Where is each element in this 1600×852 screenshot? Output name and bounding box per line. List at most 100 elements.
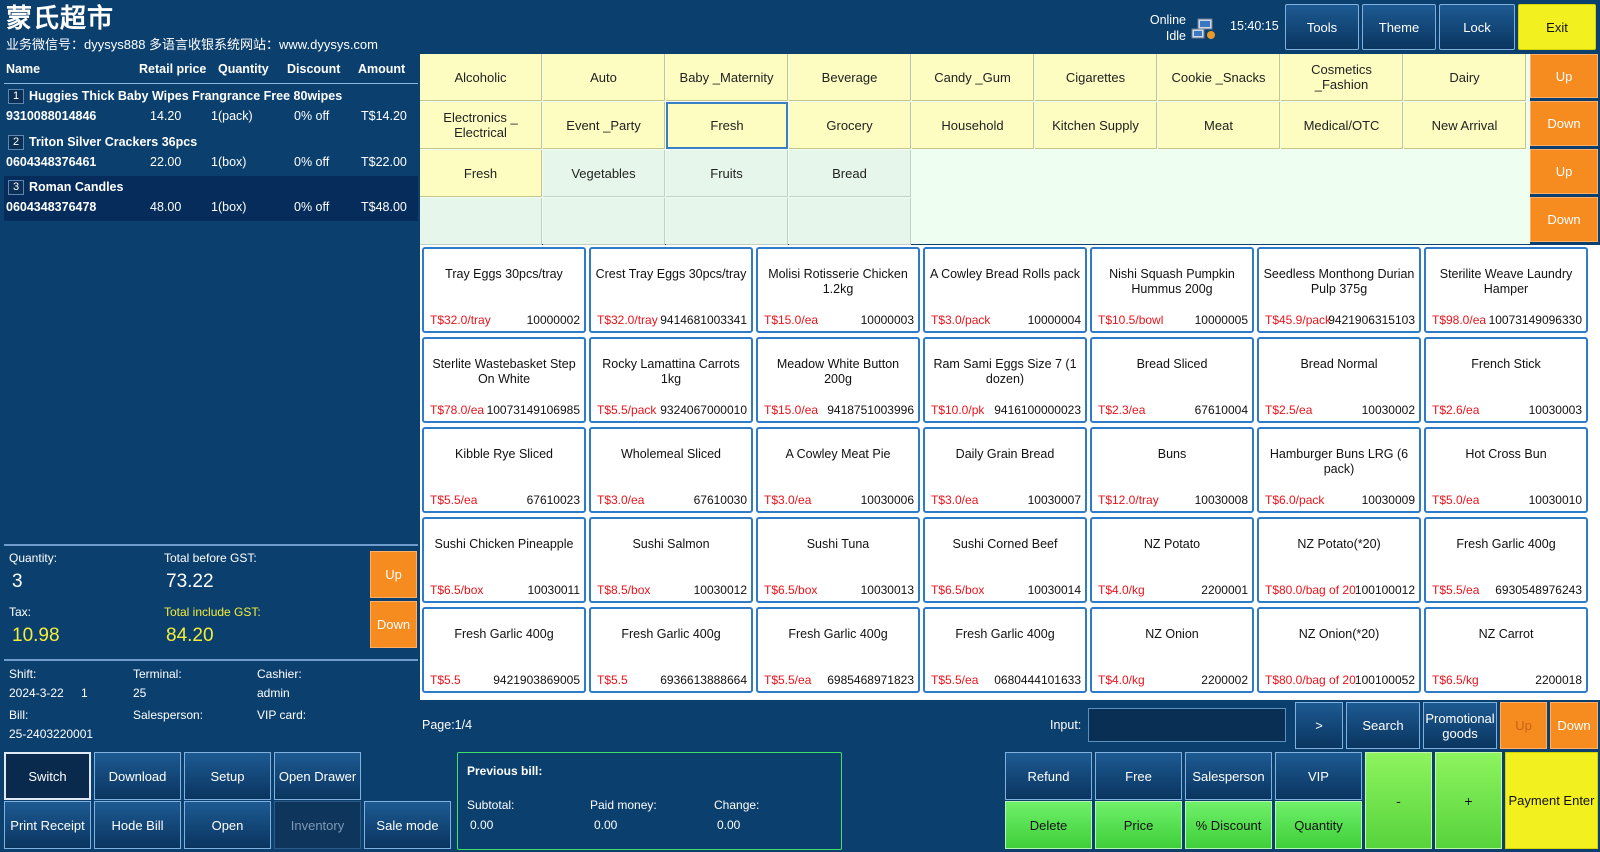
refund-button[interactable]: Refund bbox=[1005, 752, 1092, 800]
free-button[interactable]: Free bbox=[1095, 752, 1182, 800]
category-grocery[interactable]: Grocery bbox=[789, 102, 911, 149]
tax-value: 10.98 bbox=[12, 625, 60, 646]
product-tile[interactable]: A Cowley Meat Pie T$3.0/ea 10030006 bbox=[756, 427, 920, 513]
delete-button[interactable]: Delete bbox=[1005, 801, 1092, 849]
category-down-button[interactable]: Down bbox=[1530, 101, 1598, 146]
product-tile[interactable]: Sterlite Wastebasket Step On White T$78.0… bbox=[422, 337, 586, 423]
product-tile[interactable]: Daily Grain Bread T$3.0/ea 10030007 bbox=[923, 427, 1087, 513]
product-tile[interactable]: Seedless Monthong Durian Pulp 375g T$45.9… bbox=[1257, 247, 1421, 333]
product-tile[interactable]: NZ Onion(*20) T$80.0/bag of 20 100100052 bbox=[1257, 607, 1421, 693]
search-button[interactable]: Search bbox=[1346, 702, 1420, 749]
open-drawer-button[interactable]: Open Drawer bbox=[274, 752, 361, 800]
product-tile[interactable]: Bread Normal T$2.5/ea 10030002 bbox=[1257, 337, 1421, 423]
product-tile[interactable]: Nishi Squash Pumpkin Hummus 200g T$10.5/b… bbox=[1090, 247, 1254, 333]
product-tile[interactable]: Fresh Garlic 400g T$5.5 6936613888664 bbox=[589, 607, 753, 693]
product-tile[interactable]: Hot Cross Bun T$5.0/ea 10030010 bbox=[1424, 427, 1588, 513]
product-tile[interactable]: Crest Tray Eggs 30pcs/tray T$32.0/tray 941… bbox=[589, 247, 753, 333]
subcategory-fruits[interactable]: Fruits bbox=[666, 150, 788, 197]
exit-button[interactable]: Exit bbox=[1518, 4, 1596, 50]
category-electronics[interactable]: Electronics _ Electrical bbox=[420, 102, 542, 149]
page-indicator: Page:1/4 bbox=[422, 718, 473, 732]
hold-bill-button[interactable]: Hode Bill bbox=[94, 801, 181, 849]
product-tile[interactable]: Sushi Salmon T$8.5/box 10030012 bbox=[589, 517, 753, 603]
category-cigarettes[interactable]: Cigarettes bbox=[1035, 54, 1157, 101]
category-kitchen-supply[interactable]: Kitchen Supply bbox=[1035, 102, 1157, 149]
product-tile[interactable]: Fresh Garlic 400g T$5.5 9421903869005 bbox=[422, 607, 586, 693]
product-tile[interactable]: French Stick T$2.6/ea 10030003 bbox=[1424, 337, 1588, 423]
product-tile[interactable]: Molisi Rotisserie Chicken 1.2kg T$15.0/ea… bbox=[756, 247, 920, 333]
barcode-input[interactable] bbox=[1088, 708, 1286, 742]
product-tile[interactable]: Ram Sami Eggs Size 7 (1 dozen) T$10.0/pk 9… bbox=[923, 337, 1087, 423]
product-tile[interactable]: Bread Sliced T$2.3/ea 67610004 bbox=[1090, 337, 1254, 423]
cart-row-selected[interactable]: 3 Roman Candles 0604348376478 48.00 1(bo… bbox=[4, 176, 418, 221]
download-button[interactable]: Download bbox=[94, 752, 181, 800]
subcategory-up-button[interactable]: Up bbox=[1530, 149, 1598, 194]
category-cookie-snacks[interactable]: Cookie _Snacks bbox=[1158, 54, 1280, 101]
category-auto[interactable]: Auto bbox=[543, 54, 665, 101]
product-tile[interactable]: Tray Eggs 30pcs/tray T$32.0/tray 10000002 bbox=[422, 247, 586, 333]
quantity-button[interactable]: Quantity bbox=[1275, 801, 1362, 849]
category-beverage[interactable]: Beverage bbox=[789, 54, 911, 101]
category-medical-otc[interactable]: Medical/OTC bbox=[1281, 102, 1403, 149]
product-tile[interactable]: NZ Potato(*20) T$80.0/bag of 20 100100012 bbox=[1257, 517, 1421, 603]
subcategory-down-button[interactable]: Down bbox=[1530, 197, 1598, 242]
lock-button[interactable]: Lock bbox=[1439, 4, 1515, 50]
subcategory-empty bbox=[666, 198, 788, 245]
product-tile[interactable]: Wholemeal Sliced T$3.0/ea 67610030 bbox=[589, 427, 753, 513]
category-meat[interactable]: Meat bbox=[1158, 102, 1280, 149]
product-tile[interactable]: Buns T$12.0/tray 10030008 bbox=[1090, 427, 1254, 513]
payment-enter-button[interactable]: Payment Enter bbox=[1505, 752, 1598, 849]
open-button[interactable]: Open bbox=[184, 801, 271, 849]
product-tile[interactable]: Fresh Garlic 400g T$5.5/ea 0680444101633 bbox=[923, 607, 1087, 693]
price-button[interactable]: Price bbox=[1095, 801, 1182, 849]
percent-discount-button[interactable]: % Discount bbox=[1185, 801, 1272, 849]
print-receipt-button[interactable]: Print Receipt bbox=[4, 801, 91, 849]
product-down-button[interactable]: Down bbox=[1550, 702, 1598, 749]
category-new-arrival[interactable]: New Arrival bbox=[1404, 102, 1526, 149]
item-code: 0604348376478 bbox=[6, 200, 97, 214]
product-tile[interactable]: A Cowley Bread Rolls pack T$3.0/pack 10000… bbox=[923, 247, 1087, 333]
minus-button[interactable]: - bbox=[1365, 752, 1432, 849]
product-tile[interactable]: NZ Carrot T$6.5/kg 2200018 bbox=[1424, 607, 1588, 693]
category-event-party[interactable]: Event _Party bbox=[543, 102, 665, 149]
product-tile[interactable]: Meadow White Button 200g T$15.0/ea 9418751… bbox=[756, 337, 920, 423]
cart-row[interactable]: 2 Triton Silver Crackers 36pcs 060434837… bbox=[4, 131, 418, 176]
product-tile[interactable]: NZ Potato T$4.0/kg 2200001 bbox=[1090, 517, 1254, 603]
product-tile[interactable]: Fresh Garlic 400g T$5.5/ea 6985468971823 bbox=[756, 607, 920, 693]
previous-bill-panel: Previous bill: Subtotal: 0.00 Paid money… bbox=[457, 752, 842, 850]
theme-button[interactable]: Theme bbox=[1362, 4, 1436, 50]
setup-button[interactable]: Setup bbox=[184, 752, 271, 800]
subcategory-fresh[interactable]: Fresh bbox=[420, 150, 542, 197]
product-tile[interactable]: Fresh Garlic 400g T$5.5/ea 6930548976243 bbox=[1424, 517, 1588, 603]
cart-up-button[interactable]: Up bbox=[370, 551, 417, 598]
plus-button[interactable]: + bbox=[1435, 752, 1502, 849]
product-tile[interactable]: NZ Onion T$4.0/kg 2200002 bbox=[1090, 607, 1254, 693]
category-candy-gum[interactable]: Candy _Gum bbox=[912, 54, 1034, 101]
product-tile[interactable]: Sushi Chicken Pineapple T$6.5/box 10030011 bbox=[422, 517, 586, 603]
sale-mode-button[interactable]: Sale mode bbox=[364, 801, 451, 849]
category-alcoholic[interactable]: Alcoholic bbox=[420, 54, 542, 101]
product-tile[interactable]: Sushi Corned Beef T$6.5/box 10030014 bbox=[923, 517, 1087, 603]
category-fresh[interactable]: Fresh bbox=[666, 102, 788, 149]
salesperson-button[interactable]: Salesperson bbox=[1185, 752, 1272, 800]
category-dairy[interactable]: Dairy bbox=[1404, 54, 1526, 101]
product-tile[interactable]: Hamburger Buns LRG (6 pack) T$6.0/pack 100… bbox=[1257, 427, 1421, 513]
product-tile[interactable]: Sushi Tuna T$6.5/box 10030013 bbox=[756, 517, 920, 603]
switch-button[interactable]: Switch bbox=[4, 752, 91, 800]
product-tile[interactable]: Kibble Rye Sliced T$5.5/ea 67610023 bbox=[422, 427, 586, 513]
category-household[interactable]: Household bbox=[912, 102, 1034, 149]
tools-button[interactable]: Tools bbox=[1285, 4, 1359, 50]
category-cosmetics-fashion[interactable]: Cosmetics _Fashion bbox=[1281, 54, 1403, 101]
promotional-goods-button[interactable]: Promotional goods bbox=[1423, 702, 1497, 749]
product-tile[interactable]: Sterilite Weave Laundry Hamper T$98.0/ea 1… bbox=[1424, 247, 1588, 333]
cart-down-button[interactable]: Down bbox=[370, 601, 417, 648]
vip-button[interactable]: VIP bbox=[1275, 752, 1362, 800]
product-tile[interactable]: Rocky Lamattina Carrots 1kg T$5.5/pack 932… bbox=[589, 337, 753, 423]
category-baby-maternity[interactable]: Baby _Maternity bbox=[666, 54, 788, 101]
subcategory-vegetables[interactable]: Vegetables bbox=[543, 150, 665, 197]
next-button[interactable]: > bbox=[1295, 702, 1343, 749]
subcategory-bread[interactable]: Bread bbox=[789, 150, 911, 197]
product-up-button[interactable]: Up bbox=[1500, 702, 1547, 749]
category-up-button[interactable]: Up bbox=[1530, 54, 1598, 98]
cart-row[interactable]: 1 Huggies Thick Baby Wipes Frangrance Fr… bbox=[4, 85, 418, 130]
